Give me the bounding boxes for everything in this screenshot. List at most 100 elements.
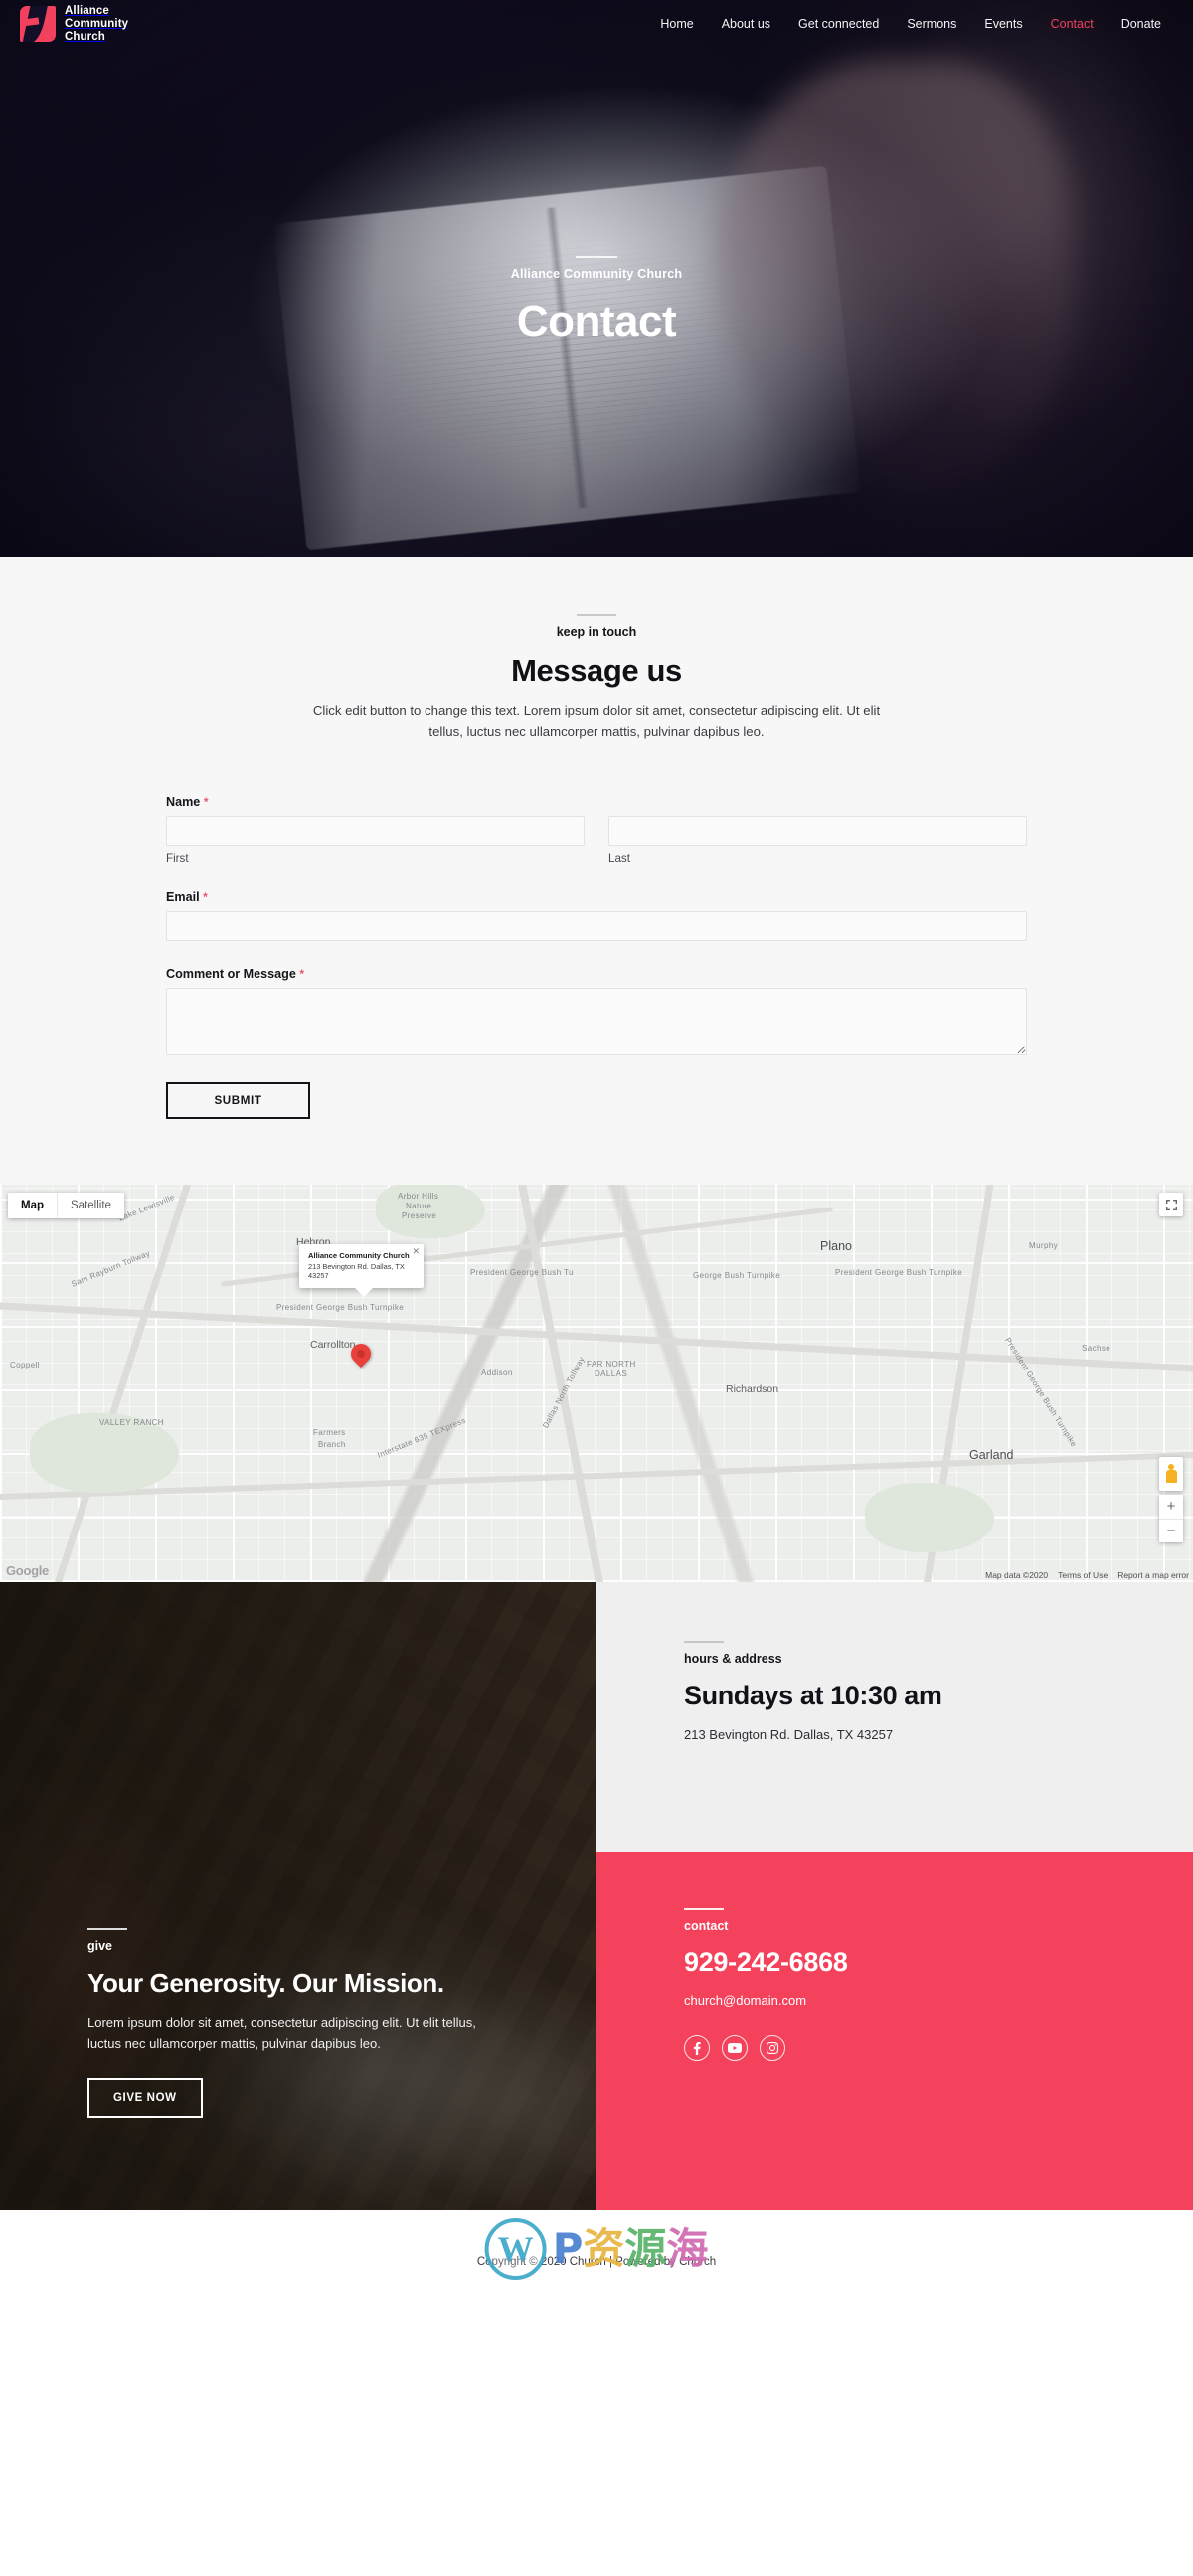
map-place-label: Sachse — [1082, 1344, 1111, 1353]
map-info-window: ✕ Alliance Community Church 213 Bevingto… — [299, 1244, 424, 1297]
bottom-section: give Your Generosity. Our Mission. Lorem… — [0, 1582, 1193, 2210]
submit-button[interactable]: SUBMIT — [166, 1082, 310, 1119]
copyright-text: Copyright © 2020 Church | Powered by Chu… — [476, 2256, 717, 2268]
map-section[interactable]: Arbor Hills Nature Preserve Hebron Plano Murp… — [0, 1185, 1193, 1582]
contact-form: Name * First Last Email * Comment or Mes… — [166, 795, 1027, 1119]
give-now-button[interactable]: GIVE NOW — [87, 2078, 203, 2118]
name-label-text: Name — [166, 795, 201, 809]
email-label-text: Email — [166, 890, 200, 904]
first-name-input[interactable] — [166, 816, 585, 846]
message-field-label: Comment or Message * — [166, 967, 1027, 981]
email-input[interactable] — [166, 911, 1027, 941]
hours-title: Sundays at 10:30 am — [684, 1681, 942, 1710]
email-field-block: Email * — [166, 890, 1027, 941]
brand-name-line2: Community — [65, 17, 129, 30]
map-place-label: George Bush Turnpike — [693, 1271, 781, 1280]
nav-item-get-connected[interactable]: Get connected — [784, 17, 893, 31]
map-type-control: Map Satellite — [8, 1193, 124, 1218]
nav-item-contact[interactable]: Contact — [1037, 17, 1108, 31]
report-map-error-link[interactable]: Report a map error — [1117, 1570, 1189, 1580]
map-data-attribution: Map data ©2020 — [985, 1570, 1049, 1580]
hours-kicker: hours & address — [684, 1652, 782, 1666]
map-place-label: President George Bush Turnpike — [835, 1268, 963, 1277]
map-type-satellite-button[interactable]: Satellite — [57, 1193, 124, 1218]
hours-panel: hours & address Sundays at 10:30 am 213 … — [596, 1582, 1193, 1852]
give-description: Lorem ipsum dolor sit amet, consectetur … — [87, 2015, 476, 2051]
message-required-mark: * — [299, 967, 305, 981]
first-name-column: First — [166, 816, 585, 865]
close-icon[interactable]: ✕ — [412, 1246, 420, 1257]
map-place-label: Carrollton — [310, 1339, 356, 1351]
google-logo: Google — [6, 1563, 49, 1578]
give-content: give Your Generosity. Our Mission. Lorem… — [87, 1928, 541, 2118]
give-divider — [87, 1928, 127, 1930]
hero-divider — [576, 256, 617, 258]
last-name-column: Last — [608, 816, 1027, 865]
map-place-label: Preserve — [402, 1211, 437, 1220]
message-section: keep in touch Message us Click edit butt… — [0, 557, 1193, 1185]
name-field-label: Name * — [166, 795, 1027, 809]
watermark-logo-icon: W — [484, 2218, 547, 2280]
contact-phone[interactable]: 929-242-6868 — [684, 1945, 883, 1979]
map-attribution-bar: Map data ©2020 Terms of Use Report a map… — [985, 1570, 1189, 1580]
nav-item-home[interactable]: Home — [646, 17, 707, 31]
map-park-area — [865, 1483, 994, 1552]
hours-address: 213 Bevington Rd. Dallas, TX 43257 — [684, 1727, 894, 1742]
contact-panel: contact 929-242-6868 church@domain.com — [596, 1852, 1193, 2210]
youtube-icon[interactable] — [722, 2035, 748, 2061]
site-footer: Copyright © 2020 Church | Powered by Chu… — [0, 2210, 1193, 2314]
message-label-text: Comment or Message — [166, 967, 296, 981]
map-place-label: VALLEY RANCH — [99, 1418, 164, 1427]
terms-of-use-link[interactable]: Terms of Use — [1058, 1570, 1108, 1580]
zoom-out-button[interactable]: − — [1159, 1519, 1183, 1542]
fullscreen-icon[interactable] — [1159, 1193, 1183, 1216]
nav-item-sermons[interactable]: Sermons — [893, 17, 970, 31]
message-field-block: Comment or Message * — [166, 967, 1027, 1060]
pegman-figure — [1165, 1464, 1177, 1484]
name-required-mark: * — [203, 795, 209, 809]
map-place-label: President George Bush Turnpike — [276, 1303, 405, 1312]
nav-item-about-us[interactable]: About us — [708, 17, 784, 31]
brand-name-line3: Church — [65, 30, 105, 43]
right-column: hours & address Sundays at 10:30 am 213 … — [596, 1582, 1193, 2210]
brand-name-line1: Alliance — [65, 4, 109, 17]
message-header: keep in touch Message us Click edit butt… — [0, 614, 1193, 743]
map-place-label: Coppell — [10, 1361, 40, 1369]
info-window-title: Alliance Community Church — [308, 1251, 410, 1260]
map-place-label: Farmers — [313, 1428, 346, 1437]
site-watermark: W P资源海 — [484, 2218, 708, 2280]
give-kicker: give — [87, 1939, 113, 1953]
map-type-map-button[interactable]: Map — [8, 1193, 57, 1218]
last-name-input[interactable] — [608, 816, 1027, 846]
email-field-label: Email * — [166, 890, 1027, 904]
map-zoom-control: + − — [1159, 1495, 1183, 1542]
social-links — [684, 2035, 1193, 2061]
instagram-icon[interactable] — [760, 2035, 785, 2061]
map-place-label: President George Bush Tu — [470, 1268, 574, 1277]
map-place-label: FAR NORTH — [587, 1360, 636, 1368]
first-name-sub-label: First — [166, 852, 189, 865]
map-canvas[interactable] — [0, 1185, 1193, 1582]
message-textarea[interactable] — [166, 988, 1027, 1055]
map-place-label: Murphy — [1029, 1241, 1059, 1250]
give-title: Your Generosity. Our Mission. — [87, 1968, 444, 1998]
info-window-address: 213 Bevington Rd. Dallas, TX 43257 — [308, 1262, 405, 1280]
contact-email[interactable]: church@domain.com — [684, 1993, 1193, 2008]
last-name-sub-label: Last — [608, 852, 630, 865]
message-title: Message us — [511, 653, 682, 688]
hero-kicker: Alliance Community Church — [510, 267, 683, 281]
brand-logo-link[interactable]: Alliance Community Church — [20, 5, 128, 44]
nav-item-events[interactable]: Events — [970, 17, 1036, 31]
facebook-icon[interactable] — [684, 2035, 710, 2061]
section-divider — [577, 614, 616, 616]
message-description: Click edit button to change this text. L… — [312, 703, 881, 739]
map-place-label: Nature — [406, 1202, 432, 1210]
page-title: Contact — [516, 297, 677, 346]
nav-item-donate[interactable]: Donate — [1108, 17, 1175, 31]
map-place-label: Garland — [969, 1448, 1014, 1462]
zoom-in-button[interactable]: + — [1159, 1495, 1183, 1519]
map-place-label: Richardson — [726, 1383, 779, 1395]
site-header: Alliance Community Church Home About us … — [0, 0, 1193, 48]
street-view-pegman-icon[interactable] — [1159, 1457, 1183, 1491]
map-place-label: Arbor Hills — [398, 1192, 439, 1201]
